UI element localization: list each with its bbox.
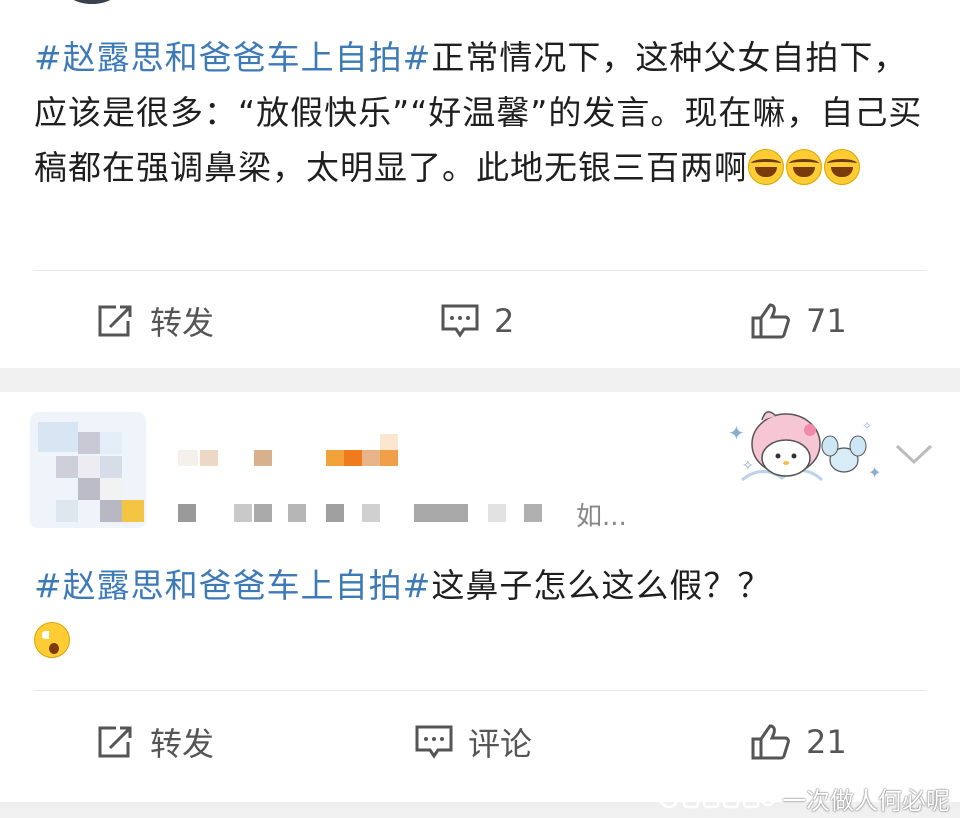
- my-melody-sticker-icon: ✦ ✧ ✦ ✧: [728, 411, 881, 482]
- hashtag-link[interactable]: #赵露思和爸爸车上自拍#: [34, 566, 431, 605]
- thumbs-up-icon: [751, 303, 790, 339]
- like-button[interactable]: 71: [750, 291, 847, 351]
- comment-button[interactable]: 2: [440, 291, 514, 351]
- avatar[interactable]: [60, 0, 124, 4]
- shocked-emoji-icon: [34, 622, 80, 658]
- divider: [34, 270, 926, 271]
- crying-laughing-emoji-icon: [786, 149, 822, 185]
- svg-text:✦: ✦: [868, 463, 881, 482]
- like-count: 71: [806, 302, 847, 340]
- watermark-logo-icon: [658, 788, 776, 810]
- comment-button[interactable]: 评论: [414, 712, 532, 772]
- watermark-text: 一次做人何必呢: [782, 787, 950, 815]
- svg-text:✦: ✦: [728, 421, 745, 445]
- post-text: #赵露思和爸爸车上自拍#这鼻子怎么这么假？？: [34, 558, 926, 668]
- post-meta-text: 如...: [576, 502, 627, 532]
- repost-label: 转发: [150, 304, 215, 342]
- repost-icon: [98, 726, 132, 758]
- post-meta: 如...: [178, 496, 638, 532]
- repost-button[interactable]: 转发: [96, 291, 214, 351]
- comment-label: 评论: [468, 725, 533, 763]
- post-separator: [0, 368, 960, 392]
- watermark: 一次做人何必呢: [658, 781, 950, 816]
- repost-icon: [98, 305, 132, 337]
- action-bar: 转发 2 71: [0, 291, 960, 351]
- crying-laughing-emoji-icon: [824, 149, 860, 185]
- svg-text:✧: ✧: [862, 419, 872, 433]
- action-bar: 转发 评论 21: [0, 712, 960, 772]
- post-text: #赵露思和爸爸车上自拍#正常情况下，这种父女自拍下，应该是很多：“放假快乐”“好…: [34, 30, 926, 195]
- like-button[interactable]: 21: [750, 712, 847, 772]
- repost-label: 转发: [150, 725, 215, 763]
- avatar[interactable]: [30, 412, 146, 528]
- repost-button[interactable]: 转发: [96, 712, 214, 772]
- crying-laughing-emoji-icon: [748, 149, 784, 185]
- chevron-down-icon[interactable]: [894, 442, 934, 466]
- like-count: 21: [806, 723, 847, 761]
- username-pixelated[interactable]: [178, 432, 408, 470]
- hashtag-link[interactable]: #赵露思和爸爸车上自拍#: [34, 38, 431, 77]
- post-card: 如... ✦ ✧ ✦ ✧ #赵露思和爸爸车上自拍#这鼻子怎么这么假？？ 转发 评…: [0, 392, 960, 802]
- divider: [34, 690, 926, 691]
- comment-count: 2: [494, 302, 515, 340]
- post-card: #赵露思和爸爸车上自拍#正常情况下，这种父女自拍下，应该是很多：“放假快乐”“好…: [0, 0, 960, 368]
- svg-text:✧: ✧: [742, 458, 754, 474]
- thumbs-up-icon: [751, 724, 790, 760]
- post-body: 这鼻子怎么这么假？？: [431, 566, 772, 605]
- comment-icon: [415, 725, 453, 759]
- comment-icon: [441, 304, 479, 338]
